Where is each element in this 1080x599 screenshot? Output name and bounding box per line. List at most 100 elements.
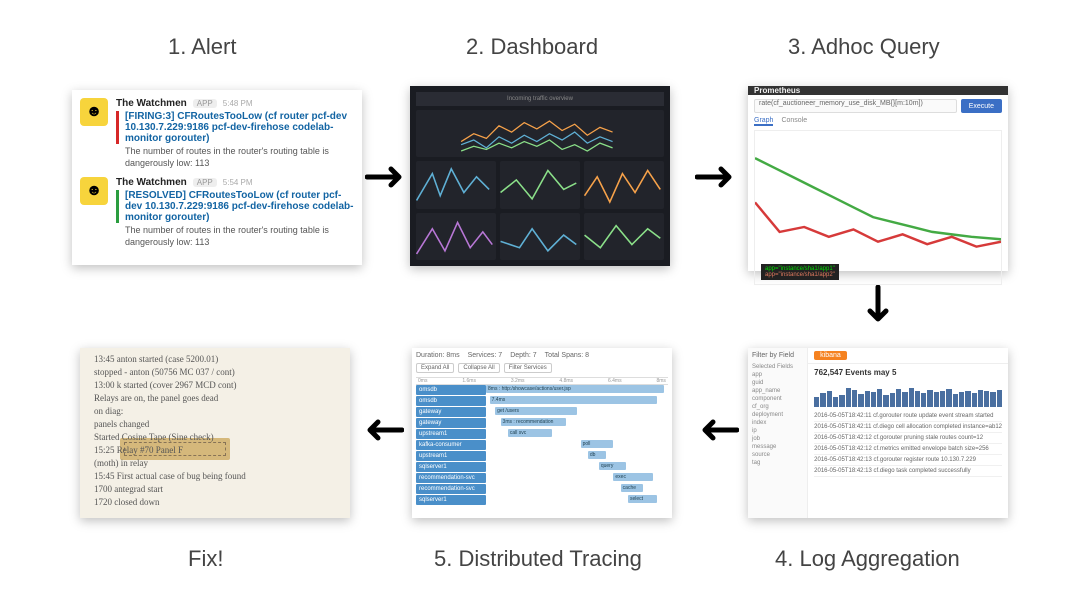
trace-filter-button: Filter Services bbox=[504, 363, 552, 373]
alert-panel: ☻ The Watchmen APP 5:48 PM [FIRING:3] CF… bbox=[72, 90, 362, 265]
handwritten-line: 13:00 k started (cover 2967 MCD cont) bbox=[94, 380, 236, 391]
trace-service-label: gateway bbox=[416, 407, 486, 417]
alert-body-text: The number of routes in the router's rou… bbox=[116, 146, 354, 169]
log-events-title: 762,547 Events may 5 bbox=[808, 364, 1008, 381]
arrow-right-icon bbox=[365, 165, 409, 189]
trace-span: poll bbox=[581, 440, 614, 448]
handwritten-line: 1720 closed down bbox=[94, 497, 160, 508]
trace-labels: omsdbomsdbgatewaygatewayupstream1kafka-c… bbox=[416, 385, 486, 514]
dashboard-chart bbox=[500, 213, 580, 260]
log-row: 2016-05-05T18:42:12 cf.metrics emitted e… bbox=[814, 444, 1002, 455]
handwritten-line: 1700 antegrad start bbox=[94, 484, 163, 495]
trace-spans: Total Spans: 8 bbox=[545, 352, 589, 359]
trace-service-label: omsdb bbox=[416, 385, 486, 395]
trace-service-label: recommendation-svc bbox=[416, 484, 486, 494]
log-histogram-bar bbox=[984, 391, 989, 407]
log-sidebar-item: job bbox=[752, 435, 803, 443]
trace-expand-button: Expand All bbox=[416, 363, 454, 373]
log-sidebar-item: app bbox=[752, 371, 803, 379]
alert-sender: The Watchmen bbox=[116, 98, 187, 109]
trace-service-label: sqlserver1 bbox=[416, 495, 486, 505]
log-sidebar-item: message bbox=[752, 443, 803, 451]
trace-span: exec bbox=[613, 473, 653, 481]
query-tabs: Graph Console bbox=[748, 117, 1008, 126]
log-sidebar-item: Selected Fields bbox=[752, 363, 803, 371]
trace-service-label: sqlserver1 bbox=[416, 462, 486, 472]
handwritten-line: 15:45 First actual case of bug being fou… bbox=[94, 471, 246, 482]
log-histogram-bar bbox=[946, 389, 951, 407]
handwritten-line: Started Cosine Tape (Sine check) bbox=[94, 432, 214, 443]
query-legend-item: app="instance/sha1/app2" bbox=[765, 272, 835, 278]
trace-span: 8ms : http:/showcase/actions/user.jsp bbox=[486, 385, 664, 393]
trace-service-label: omsdb bbox=[416, 396, 486, 406]
log-histogram-bar bbox=[978, 390, 983, 407]
log-sidebar-item: component bbox=[752, 395, 803, 403]
alert-title-resolved: [RESOLVED] CFRoutesTooLow (cf router pcf… bbox=[116, 190, 354, 223]
log-histogram-bar bbox=[865, 391, 870, 407]
log-histogram-bar bbox=[959, 392, 964, 407]
dashboard-chart bbox=[500, 161, 580, 208]
trace-panel: Duration: 8ms Services: 7 Depth: 7 Total… bbox=[412, 348, 672, 518]
handwritten-line: Relays are on, the panel goes dead bbox=[94, 393, 218, 404]
handwritten-line: stopped - anton (50756 MC 037 / cont) bbox=[94, 367, 235, 378]
handwritten-line: (moth) in relay bbox=[94, 458, 148, 469]
log-histogram-bar bbox=[902, 392, 907, 407]
step-title-log: 4. Log Aggregation bbox=[775, 546, 960, 572]
log-row: 2016-05-05T18:42:11 cf.gorouter route up… bbox=[814, 411, 1002, 422]
alert-message: ☻ The Watchmen APP 5:48 PM [FIRING:3] CF… bbox=[80, 98, 354, 169]
query-expression-input: rate(cf_auctioneer_memory_use_disk_MB{}[… bbox=[754, 99, 957, 113]
log-histogram-bar bbox=[858, 394, 863, 407]
log-histogram-bar bbox=[915, 391, 920, 407]
trace-span: 7.4ms bbox=[490, 396, 657, 404]
dashboard-chart bbox=[584, 213, 664, 260]
fix-panel: 13:45 anton started (case 5200.01) stopp… bbox=[80, 348, 350, 518]
log-sidebar-title: Filter by Field bbox=[752, 352, 803, 359]
smiley-icon: ☻ bbox=[80, 177, 108, 205]
trace-services: Services: 7 bbox=[468, 352, 503, 359]
log-histogram-bar bbox=[852, 390, 857, 407]
log-histogram-bar bbox=[940, 391, 945, 407]
log-sidebar-item: deployment bbox=[752, 411, 803, 419]
arrow-left-icon bbox=[695, 418, 739, 442]
alert-title-firing: [FIRING:3] CFRoutesTooLow (cf router pcf… bbox=[116, 111, 354, 144]
log-histogram-bar bbox=[827, 391, 832, 407]
query-chart: app="instance/sha1/app1" app="instance/s… bbox=[754, 130, 1002, 285]
alert-time: 5:48 PM bbox=[223, 99, 253, 108]
log-row: 2016-05-05T18:42:13 cf.gorouter register… bbox=[814, 455, 1002, 466]
log-histogram-bar bbox=[921, 393, 926, 407]
trace-service-label: recommendation-svc bbox=[416, 473, 486, 483]
log-topbar: kibana bbox=[808, 348, 1008, 364]
smiley-icon: ☻ bbox=[80, 98, 108, 126]
log-sidebar-item: guid bbox=[752, 379, 803, 387]
log-histogram bbox=[814, 381, 1002, 407]
log-histogram-bar bbox=[846, 388, 851, 407]
step-title-query: 3. Adhoc Query bbox=[788, 34, 940, 60]
log-histogram-bar bbox=[965, 391, 970, 407]
trace-duration: Duration: 8ms bbox=[416, 352, 460, 359]
log-panel: Filter by Field Selected Fieldsappguidap… bbox=[748, 348, 1008, 518]
dashboard-chart bbox=[416, 213, 496, 260]
trace-service-label: gateway bbox=[416, 418, 486, 428]
trace-span: get /users bbox=[495, 407, 577, 415]
alert-sender: The Watchmen bbox=[116, 177, 187, 188]
log-histogram-bar bbox=[953, 394, 958, 407]
trace-span: 3ms : recommendation bbox=[501, 418, 567, 426]
log-histogram-bar bbox=[877, 389, 882, 407]
arrow-down-icon bbox=[866, 285, 890, 329]
query-tab-graph: Graph bbox=[754, 117, 773, 126]
trace-header: Duration: 8ms Services: 7 Depth: 7 Total… bbox=[416, 352, 668, 359]
log-row: 2016-05-05T18:42:11 cf.diego cell alloca… bbox=[814, 422, 1002, 433]
alert-time: 5:54 PM bbox=[223, 178, 253, 187]
log-histogram-bar bbox=[997, 390, 1002, 407]
log-histogram-bar bbox=[814, 397, 819, 407]
alert-app-tag: APP bbox=[193, 99, 217, 108]
trace-span: call svc bbox=[508, 429, 552, 437]
trace-service-label: upstream1 bbox=[416, 429, 486, 439]
log-table: 2016-05-05T18:42:11 cf.gorouter route up… bbox=[808, 411, 1008, 518]
log-sidebar-item: app_name bbox=[752, 387, 803, 395]
query-tab-console: Console bbox=[781, 117, 807, 126]
trace-collapse-button: Collapse All bbox=[458, 363, 499, 373]
log-histogram-bar bbox=[934, 392, 939, 407]
query-execute-button: Execute bbox=[961, 99, 1002, 113]
log-sidebar-item: cf_org bbox=[752, 403, 803, 411]
